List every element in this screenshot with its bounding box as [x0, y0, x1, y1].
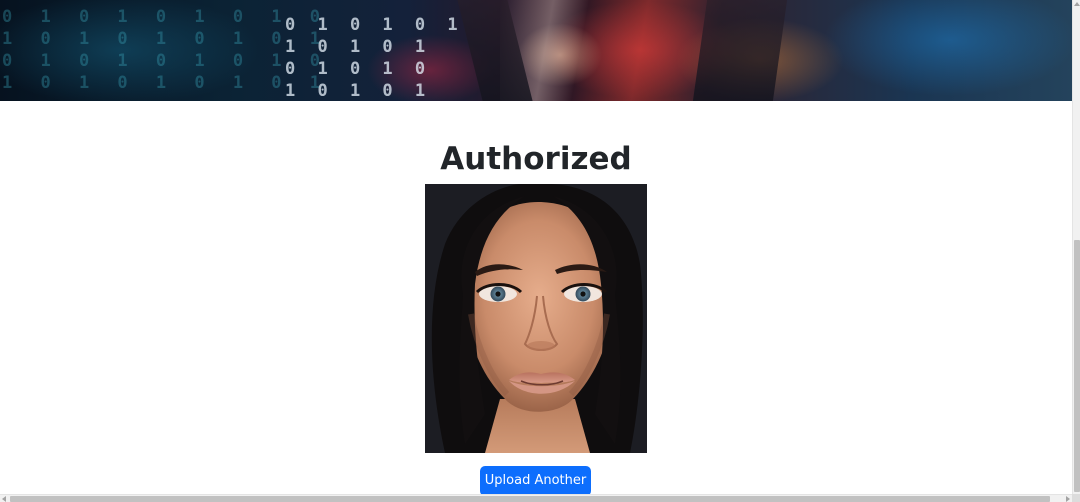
hero-banner: 0 1 0 1 0 1 0 1 0 1 0 1 0 1 0 1 0 1 0 1 … — [0, 0, 1072, 101]
hero-binary-digits-center: 0 1 0 1 0 1 1 0 1 0 1 0 1 0 1 0 1 0 1 0 … — [285, 15, 464, 101]
upload-another-button[interactable]: Upload Another — [480, 466, 591, 496]
vertical-scrollbar[interactable] — [1072, 0, 1080, 494]
triangle-up-icon[interactable] — [1074, 2, 1080, 6]
triangle-left-icon[interactable] — [2, 496, 6, 502]
vertical-scrollbar-thumb[interactable] — [1074, 240, 1080, 492]
scrollbar-corner — [1072, 494, 1080, 502]
result-title: Authorized — [440, 141, 632, 177]
horizontal-scrollbar[interactable] — [0, 494, 1072, 502]
horizontal-scrollbar-thumb[interactable] — [10, 496, 1050, 502]
uploaded-face-photo — [425, 184, 647, 453]
face-portrait-image — [425, 184, 647, 453]
triangle-right-icon[interactable] — [1066, 496, 1070, 502]
